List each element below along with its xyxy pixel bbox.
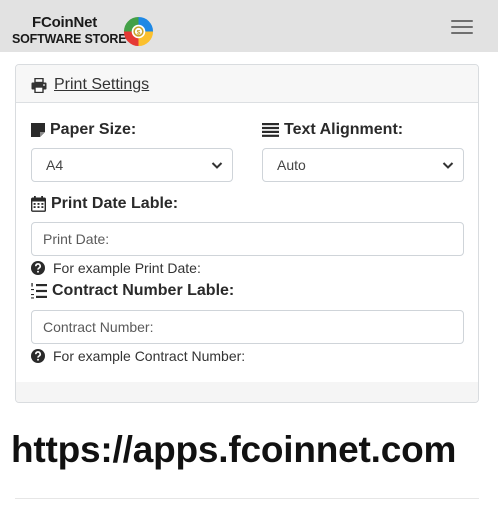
paper-size-select[interactable]: A4 [31,148,233,182]
print-date-label-input[interactable]: Print Date: [31,222,464,256]
svg-text:$: $ [137,29,141,36]
list-ol-icon [31,283,47,299]
brand-tagline: SOFTWARE STORE [12,32,127,46]
text-alignment-label: Text Alignment: [262,121,403,139]
paper-size-label-text: Paper Size: [50,121,137,138]
paper-size-selected-value: A4 [46,157,64,173]
contract-number-label-value: Contract Number: [43,319,154,335]
text-alignment-selected-value: Auto [277,157,306,173]
print-date-hint: For example Print Date: [31,260,201,276]
contract-number-label: Contract Number Lable: [31,282,234,300]
watermark-url: https://apps.fcoinnet.com [11,429,457,470]
text-alignment-select[interactable]: Auto [262,148,464,182]
fcoinnet-logo-icon: $ [123,16,154,47]
brand-name: FCoinNet [32,14,98,31]
navbar-toggle-button[interactable] [440,14,484,40]
print-date-label: Print Date Lable: [31,195,178,213]
print-date-hint-text: For example Print Date: [53,260,201,276]
top-navbar: FCoinNet SOFTWARE STORE $ [0,0,498,52]
print-date-label-value: Print Date: [43,231,110,247]
contract-number-hint: For example Contract Number: [31,348,245,364]
question-circle-icon [31,261,45,275]
text-alignment-label-text: Text Alignment: [284,121,404,138]
hamburger-menu-icon [451,20,473,22]
chevron-down-icon [211,162,223,169]
divider [15,498,479,499]
question-circle-icon [31,349,45,363]
contract-number-hint-text: For example Contract Number: [53,348,246,364]
print-date-label-text: Print Date Lable: [51,195,179,212]
printer-icon [31,77,47,93]
brand-logo-link[interactable]: FCoinNet SOFTWARE STORE $ [12,12,162,48]
chevron-down-icon [442,162,454,169]
paper-size-label: Paper Size: [31,121,136,139]
contract-number-label-text: Contract Number Lable: [52,282,235,299]
print-settings-toggle[interactable]: Print Settings [31,75,149,95]
card-footer [16,382,478,402]
calendar-icon [31,196,46,212]
print-settings-card: Print Settings Paper Size: A4 Text Align… [15,64,479,403]
card-header: Print Settings [16,65,478,103]
sticky-note-icon [31,123,45,137]
align-justify-icon [262,123,279,137]
contract-number-label-input[interactable]: Contract Number: [31,310,464,344]
card-title: Print Settings [54,76,150,93]
